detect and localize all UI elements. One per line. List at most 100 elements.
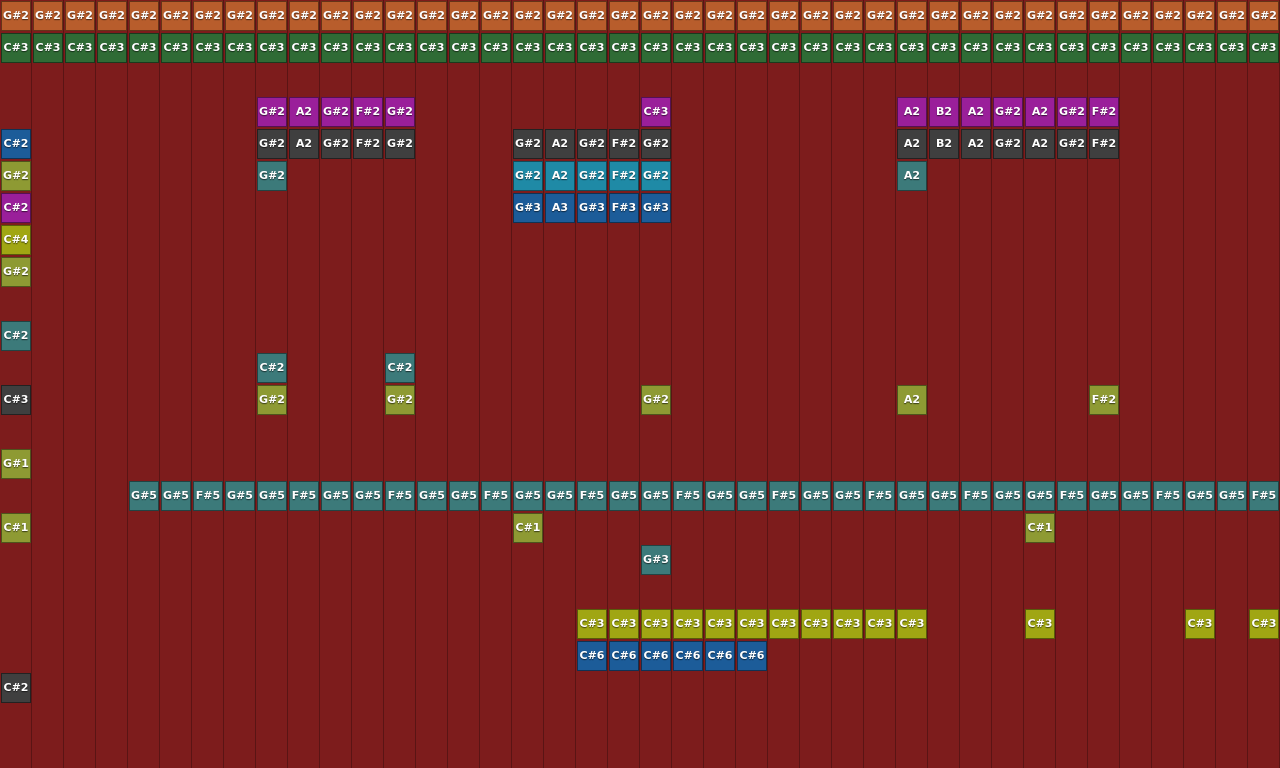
note-cell[interactable]: C#6 (673, 641, 703, 671)
note-cell[interactable]: G#2 (161, 1, 191, 31)
note-cell[interactable]: G#2 (1, 1, 31, 31)
note-cell[interactable]: G#5 (225, 481, 255, 511)
note-cell[interactable]: G#2 (993, 1, 1023, 31)
note-cell[interactable]: C#3 (673, 33, 703, 63)
note-cell[interactable]: G#5 (609, 481, 639, 511)
note-cell[interactable]: C#3 (577, 33, 607, 63)
note-cell[interactable]: G#2 (257, 1, 287, 31)
note-cell[interactable]: C#3 (833, 609, 863, 639)
note-cell[interactable]: G#2 (993, 97, 1023, 127)
note-cell[interactable]: G#2 (737, 1, 767, 31)
note-cell[interactable]: C#2 (1, 321, 31, 351)
note-cell[interactable]: C#3 (1025, 33, 1055, 63)
note-cell[interactable]: G#2 (705, 1, 735, 31)
note-cell[interactable]: G#2 (609, 1, 639, 31)
note-cell[interactable]: G#2 (801, 1, 831, 31)
note-cell[interactable]: F#5 (289, 481, 319, 511)
note-cell[interactable]: C#3 (705, 609, 735, 639)
note-cell[interactable]: C#3 (257, 33, 287, 63)
note-cell[interactable]: F#2 (1089, 97, 1119, 127)
note-cell[interactable]: F#5 (193, 481, 223, 511)
note-cell[interactable]: C#3 (897, 609, 927, 639)
note-cell[interactable]: C#1 (1025, 513, 1055, 543)
note-cell[interactable]: C#2 (1, 129, 31, 159)
note-cell[interactable]: G#3 (513, 193, 543, 223)
note-cell[interactable]: A3 (545, 193, 575, 223)
note-cell[interactable]: G#2 (833, 1, 863, 31)
note-cell[interactable]: F#5 (1249, 481, 1279, 511)
note-cell[interactable]: F#5 (769, 481, 799, 511)
note-cell[interactable]: C#3 (1, 33, 31, 63)
note-cell[interactable]: C#3 (417, 33, 447, 63)
note-cell[interactable]: C#3 (353, 33, 383, 63)
note-cell[interactable]: A2 (545, 129, 575, 159)
note-cell[interactable]: A2 (897, 385, 927, 415)
note-cell[interactable]: C#6 (577, 641, 607, 671)
note-cell[interactable]: A2 (545, 161, 575, 191)
note-cell[interactable]: A2 (961, 129, 991, 159)
note-cell[interactable]: C#3 (161, 33, 191, 63)
note-cell[interactable]: G#2 (577, 129, 607, 159)
note-cell[interactable]: C#3 (673, 609, 703, 639)
note-cell[interactable]: C#3 (1249, 33, 1279, 63)
note-cell[interactable]: C#3 (865, 609, 895, 639)
note-cell[interactable]: C#3 (609, 33, 639, 63)
note-cell[interactable]: G#2 (769, 1, 799, 31)
note-cell[interactable]: G#2 (257, 129, 287, 159)
note-cell[interactable]: C#3 (993, 33, 1023, 63)
note-cell[interactable]: C#3 (641, 609, 671, 639)
note-cell[interactable]: C#3 (641, 33, 671, 63)
note-cell[interactable]: C#6 (609, 641, 639, 671)
note-cell[interactable]: B2 (929, 129, 959, 159)
note-cell[interactable]: G#5 (417, 481, 447, 511)
note-cell[interactable]: G#2 (129, 1, 159, 31)
note-cell[interactable]: G#2 (1057, 97, 1087, 127)
note-cell[interactable]: G#5 (1121, 481, 1151, 511)
note-cell[interactable]: C#3 (1217, 33, 1247, 63)
note-cell[interactable]: F#5 (481, 481, 511, 511)
note-cell[interactable]: A2 (897, 161, 927, 191)
note-cell[interactable]: A2 (289, 97, 319, 127)
note-cell[interactable]: G#5 (353, 481, 383, 511)
note-cell[interactable]: C#1 (513, 513, 543, 543)
note-cell[interactable]: G#2 (577, 161, 607, 191)
note-cell[interactable]: G#3 (577, 193, 607, 223)
note-cell[interactable]: C#3 (833, 33, 863, 63)
note-cell[interactable]: G#5 (641, 481, 671, 511)
note-cell[interactable]: F#2 (1089, 129, 1119, 159)
note-cell[interactable]: C#3 (929, 33, 959, 63)
note-cell[interactable]: C#3 (801, 33, 831, 63)
note-cell[interactable]: C#3 (193, 33, 223, 63)
note-cell[interactable]: C#3 (33, 33, 63, 63)
note-cell[interactable]: G#5 (1025, 481, 1055, 511)
note-cell[interactable]: C#3 (65, 33, 95, 63)
note-cell[interactable]: G#2 (449, 1, 479, 31)
note-cell[interactable]: C#3 (1185, 609, 1215, 639)
note-cell[interactable]: G#2 (321, 97, 351, 127)
note-cell[interactable]: G#2 (673, 1, 703, 31)
note-cell[interactable]: G#2 (385, 129, 415, 159)
note-cell[interactable]: C#3 (801, 609, 831, 639)
note-cell[interactable]: G#2 (1057, 1, 1087, 31)
note-cell[interactable]: C#6 (705, 641, 735, 671)
note-cell[interactable]: C#3 (769, 609, 799, 639)
note-cell[interactable]: F#5 (673, 481, 703, 511)
note-cell[interactable]: G#2 (993, 129, 1023, 159)
note-cell[interactable]: G#2 (961, 1, 991, 31)
note-cell[interactable]: G#2 (385, 1, 415, 31)
note-cell[interactable]: C#3 (1025, 609, 1055, 639)
note-cell[interactable]: G#2 (257, 385, 287, 415)
note-cell[interactable]: C#3 (1057, 33, 1087, 63)
note-cell[interactable]: G#2 (1, 257, 31, 287)
note-cell[interactable]: C#3 (769, 33, 799, 63)
note-cell[interactable]: F#5 (865, 481, 895, 511)
note-cell[interactable]: G#2 (321, 1, 351, 31)
note-cell[interactable]: F#5 (385, 481, 415, 511)
note-cell[interactable]: G#5 (833, 481, 863, 511)
note-cell[interactable]: C#3 (289, 33, 319, 63)
note-cell[interactable]: F#5 (1057, 481, 1087, 511)
note-cell[interactable]: C#3 (897, 33, 927, 63)
note-cell[interactable]: G#2 (1153, 1, 1183, 31)
pattern-grid[interactable]: G#2 G#2 G#2 G#2 G#2 G#2 G#2 G#2 G#2 G#2 G#2 G#2 G#2 G… (0, 0, 1280, 768)
note-cell[interactable]: C#3 (705, 33, 735, 63)
